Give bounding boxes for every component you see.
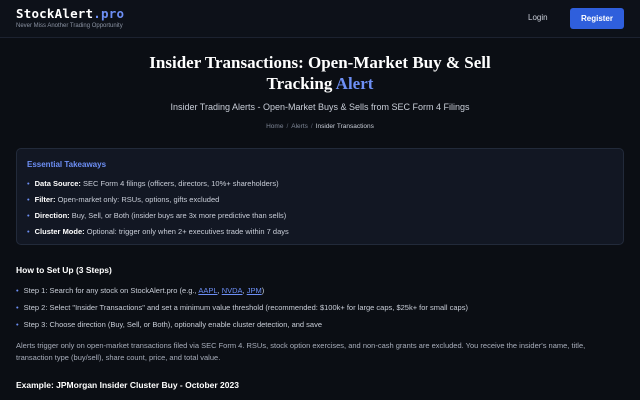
page-subtitle: Insider Trading Alerts - Open-Market Buy… — [170, 102, 470, 112]
takeaways-list: • Data Source: SEC Form 4 filings (office… — [27, 179, 289, 243]
step-item: • Step 3: Choose direction (Buy, Sell, or… — [16, 320, 468, 337]
ticker-link-aapl[interactable]: AAPL — [198, 286, 217, 295]
page-title-main: Insider Transactions: Open-Market Buy & … — [149, 53, 491, 93]
bullet-icon: • — [27, 179, 30, 188]
takeaways-card: Essential Takeaways • Data Source: SEC Fo… — [16, 148, 624, 245]
step-item: • Step 2: Select "Insider Transactions" a… — [16, 303, 468, 320]
takeaway-label: Direction: — [34, 211, 70, 220]
breadcrumb-alerts[interactable]: Alerts — [291, 123, 308, 130]
tagline: Never Miss Another Trading Opportunity — [16, 23, 123, 29]
takeaway-text: Buy, Sell, or Both (insider buys are 3x … — [71, 211, 287, 220]
page-title-accent: Alert — [335, 74, 374, 93]
step-2-text: Step 2: Select "Insider Transactions" an… — [23, 303, 468, 312]
bullet-icon: • — [27, 227, 30, 236]
takeaway-item: • Cluster Mode: Optional: trigger only wh… — [27, 227, 289, 243]
takeaway-item: • Data Source: SEC Form 4 filings (office… — [27, 179, 289, 195]
brand[interactable]: StockAlert.pro Never Miss Another Tradin… — [16, 6, 124, 29]
bullet-icon: • — [16, 286, 19, 295]
breadcrumb-current: Insider Transactions — [315, 123, 374, 130]
step-item: • Step 1: Search for any stock on StockAl… — [16, 286, 265, 295]
page-title: Insider Transactions: Open-Market Buy & … — [120, 52, 520, 94]
takeaway-item: • Filter: Open-market only: RSUs, options… — [27, 195, 289, 211]
register-button[interactable]: Register — [570, 8, 624, 29]
logo[interactable]: StockAlert.pro — [16, 6, 124, 21]
ticker-link-nvda[interactable]: NVDA — [222, 286, 243, 295]
step-1-text: Step 1: Search for any stock on StockAle… — [23, 286, 197, 295]
bullet-icon: • — [27, 211, 30, 220]
login-link[interactable]: Login — [528, 13, 548, 22]
takeaway-label: Cluster Mode: — [34, 227, 85, 236]
takeaways-title: Essential Takeaways — [27, 160, 107, 169]
logo-main: StockAlert — [16, 6, 94, 21]
takeaway-text: SEC Form 4 filings (officers, directors,… — [83, 179, 279, 188]
takeaway-label: Filter: — [34, 195, 56, 204]
setup-description: Alerts trigger only on open-market trans… — [16, 341, 586, 362]
takeaway-text: Open-market only: RSUs, options, gifts e… — [57, 195, 220, 204]
top-navbar: StockAlert.pro Never Miss Another Tradin… — [0, 0, 640, 38]
ticker-link-jpm[interactable]: JPM — [247, 286, 262, 295]
breadcrumb: Home / Alerts / Insider Transactions — [160, 123, 480, 130]
logo-suffix: .pro — [93, 6, 125, 21]
example-heading: Example: JPMorgan Insider Cluster Buy - … — [16, 380, 239, 390]
breadcrumb-separator: / — [310, 123, 313, 130]
bullet-icon: • — [16, 303, 19, 312]
breadcrumb-separator: / — [286, 123, 289, 130]
takeaway-item: • Direction: Buy, Sell, or Both (insider … — [27, 211, 289, 227]
bullet-icon: • — [16, 320, 19, 329]
setup-steps: • Step 1: Search for any stock on StockAl… — [16, 286, 468, 337]
step-3-text: Step 3: Choose direction (Buy, Sell, or … — [23, 320, 323, 329]
takeaway-label: Data Source: — [34, 179, 81, 188]
breadcrumb-home[interactable]: Home — [266, 123, 283, 130]
setup-heading: How to Set Up (3 Steps) — [16, 265, 112, 275]
step-1-suffix: ) — [261, 286, 265, 295]
bullet-icon: • — [27, 195, 30, 204]
takeaway-text: Optional: trigger only when 2+ executive… — [86, 227, 289, 236]
